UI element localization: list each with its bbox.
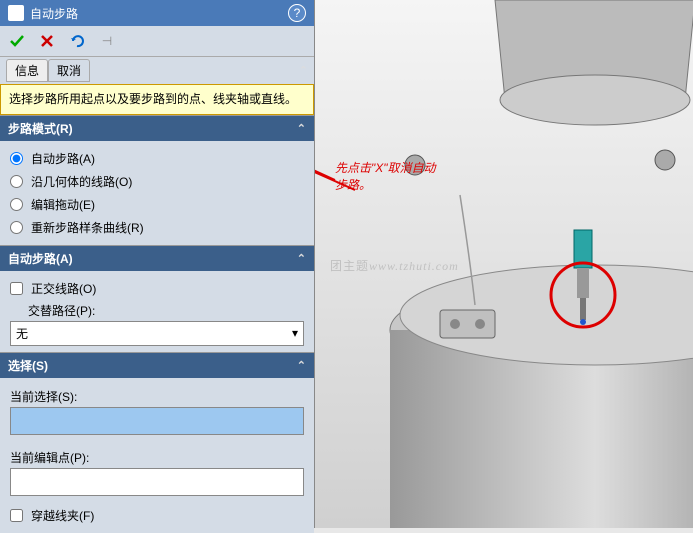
help-icon[interactable]: ?: [288, 4, 306, 22]
radio-edit-drag[interactable]: 编辑拖动(E): [10, 193, 304, 216]
undo-button[interactable]: [66, 30, 88, 52]
radio-along-geometry[interactable]: 沿几何体的线路(O): [10, 170, 304, 193]
confirm-toolbar: ⊣: [0, 26, 314, 57]
current-selection-field[interactable]: [10, 407, 304, 435]
title-bar: 自动步路 ?: [0, 0, 314, 26]
alt-path-label: 交替路径(P):: [10, 300, 304, 321]
3d-viewport[interactable]: 先点击"X"取消自动 步路。 团主题www.tzhuti.com: [315, 0, 693, 528]
auto-section-header[interactable]: 自动步路(A) ⌃: [0, 246, 314, 271]
feature-icon: [8, 5, 24, 21]
collapse-icon[interactable]: ⌃: [299, 64, 308, 77]
dropdown-arrow-icon: ▾: [292, 326, 298, 340]
panel-title: 自动步路: [30, 5, 78, 22]
radio-auto-route[interactable]: 自动步路(A): [10, 147, 304, 170]
dropdown-value: 无: [16, 325, 28, 342]
pin-button[interactable]: ⊣: [96, 30, 118, 52]
chevron-icon: ⌃: [297, 359, 306, 372]
auto-header-label: 自动步路(A): [8, 250, 73, 267]
check-through-clip[interactable]: 穿越线夹(F): [10, 504, 304, 527]
cancel-button[interactable]: [36, 30, 58, 52]
mode-section-header[interactable]: 步路模式(R) ⌃: [0, 116, 314, 141]
mode-header-label: 步路模式(R): [8, 120, 73, 137]
alt-path-dropdown[interactable]: 无 ▾: [10, 321, 304, 346]
info-tab[interactable]: 信息: [6, 59, 48, 82]
select-section-header[interactable]: 选择(S) ⌃: [0, 353, 314, 378]
cancel-tab[interactable]: 取消: [48, 59, 90, 82]
chevron-icon: ⌃: [297, 252, 306, 265]
ok-button[interactable]: [6, 30, 28, 52]
info-tabs: 信息 取消 ⌃: [0, 57, 314, 84]
select-header-label: 选择(S): [8, 357, 48, 374]
hint-message: 选择步路所用起点以及要步路到的点、线夹轴或直线。: [0, 84, 314, 115]
current-selection-label: 当前选择(S):: [10, 384, 304, 407]
annotation-text: 先点击"X"取消自动 步路。: [335, 160, 436, 194]
chevron-icon: ⌃: [297, 122, 306, 135]
check-ortho-route[interactable]: 正交线路(O): [10, 277, 304, 300]
watermark: 团主题www.tzhuti.com: [330, 250, 459, 277]
current-edit-point-label: 当前编辑点(P):: [10, 445, 304, 468]
radio-reroute-spline[interactable]: 重新步路样条曲线(R): [10, 216, 304, 239]
current-edit-point-field[interactable]: [10, 468, 304, 496]
